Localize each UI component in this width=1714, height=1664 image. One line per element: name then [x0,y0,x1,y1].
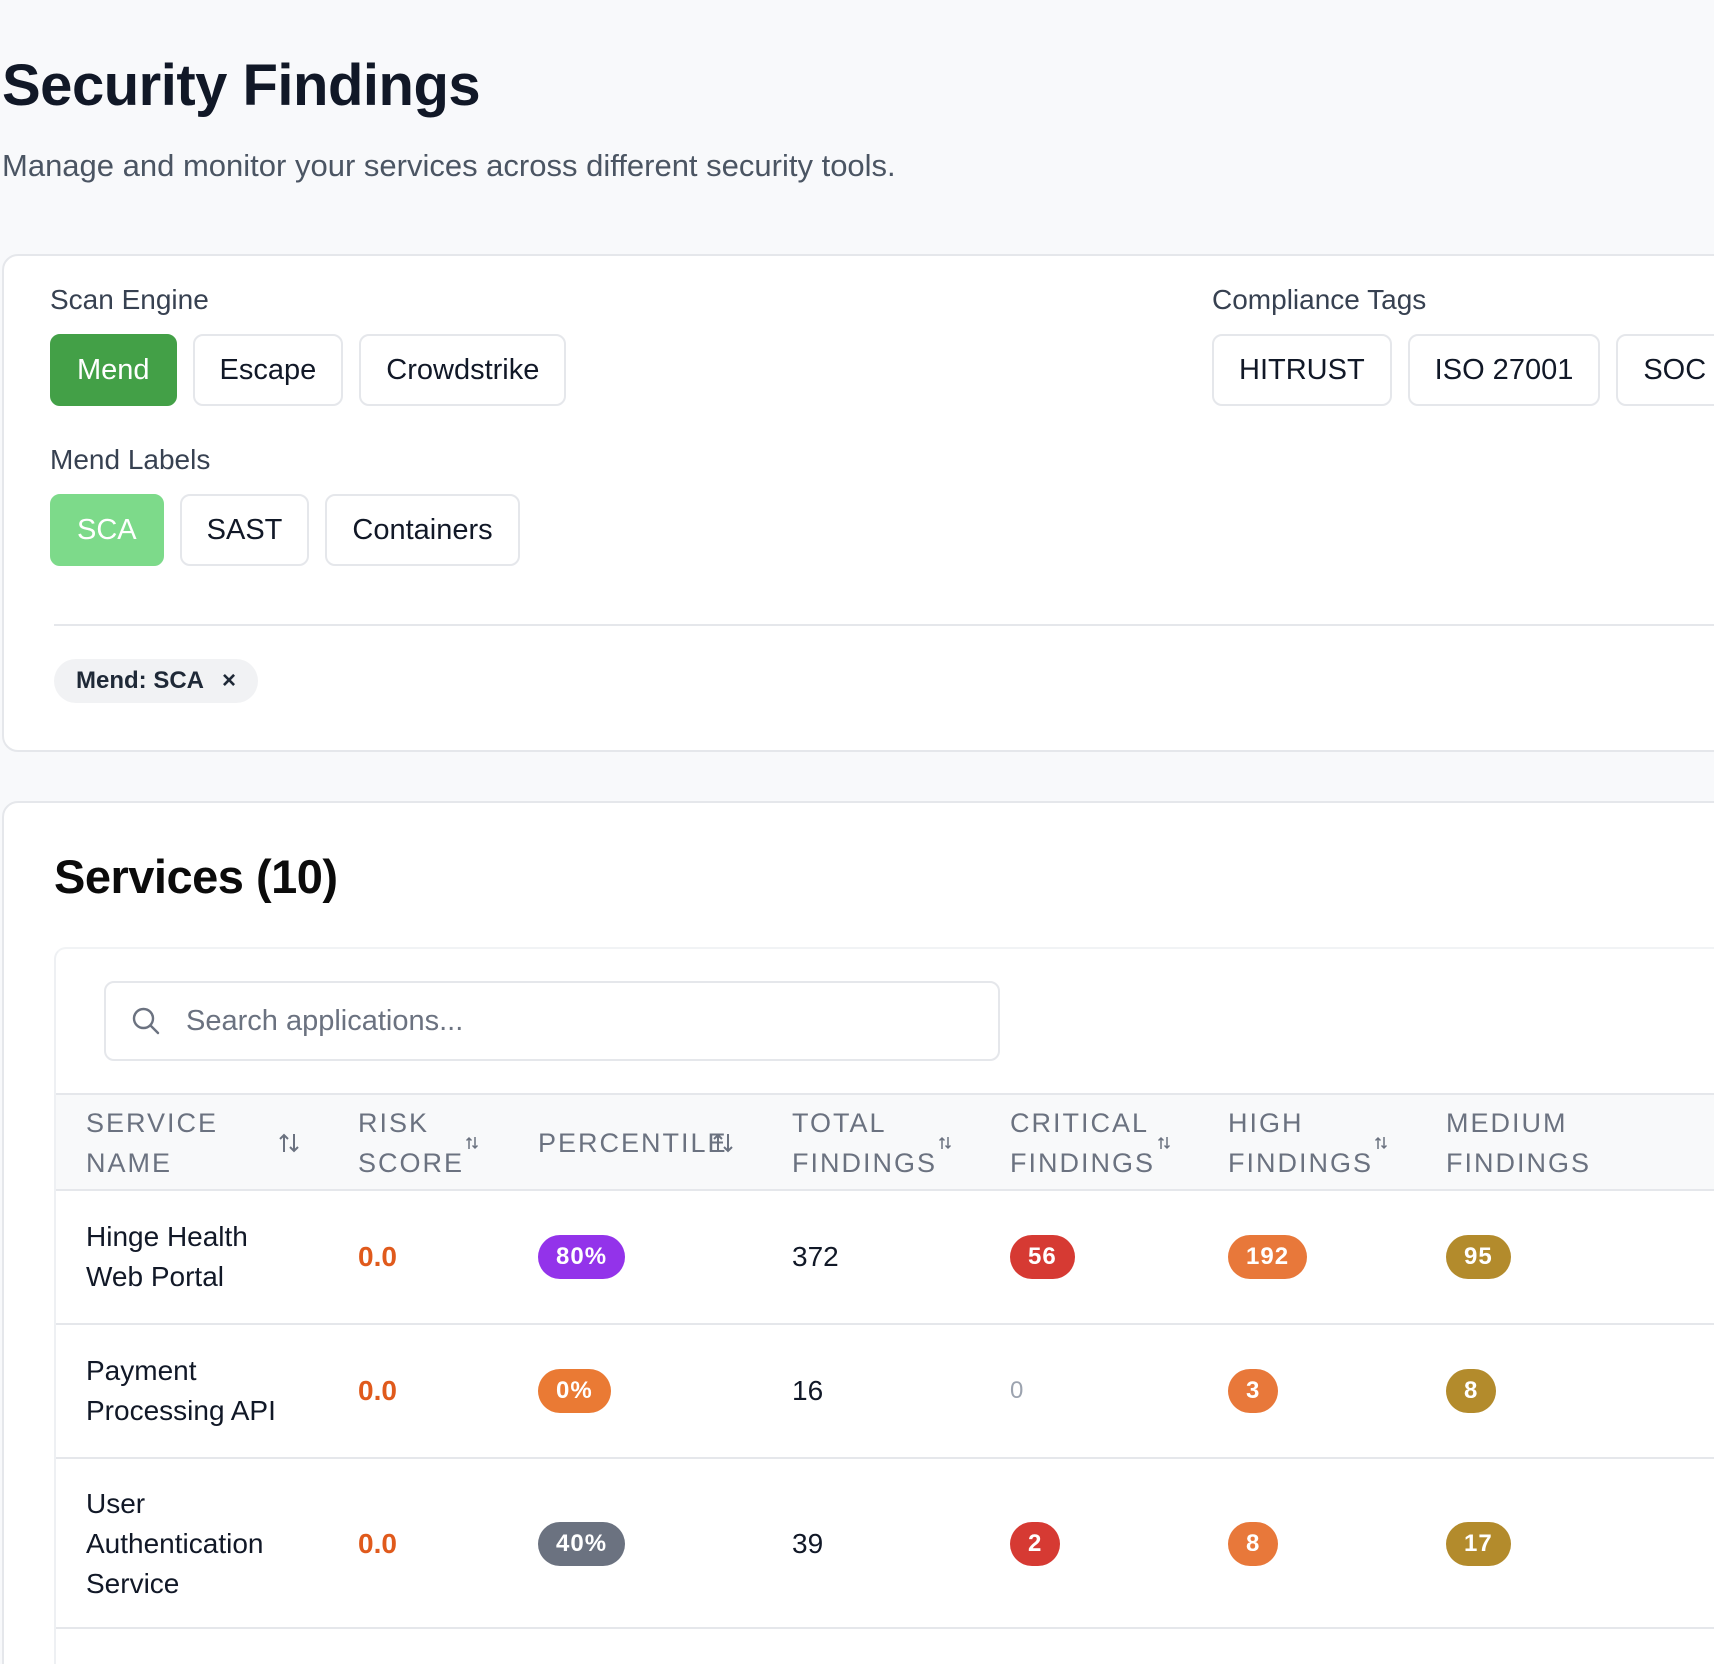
scan-engine-escape-button[interactable]: Escape [192,334,344,406]
medium-findings-cell: 8 [1446,1325,1497,1457]
critical-findings-cell: 2 [1010,1459,1061,1629]
services-title: Services (10) [54,850,338,903]
high-findings-cell: 192 [1228,1191,1308,1323]
compliance-tag-hitrust-button[interactable]: HITRUST [1212,334,1392,406]
sort-critical-findings-icon[interactable] [1157,1135,1171,1151]
medium-findings-cell: 17 [1446,1459,1511,1629]
mend-label-sast-button[interactable]: SAST [179,494,310,566]
services-card: Services (10) SERVICENAME [2,801,1714,1664]
sort-total-findings-icon[interactable] [938,1135,952,1151]
table-row[interactable]: Hinge Health Web Portal 0.0 80% 372 56 19… [56,1191,1714,1325]
risk-score-cell: 0.0 [358,1375,397,1406]
column-header-medium-findings[interactable]: MEDIUM FINDINGS [1446,1095,1666,1191]
mend-label-sca-button[interactable]: SCA [50,494,164,566]
medium-findings-badge: 17 [1446,1522,1511,1566]
mend-label-chips: SCA SAST Containers [50,494,520,566]
critical-findings-cell: 0 [1010,1377,1024,1404]
table-header: SERVICE NAME RISK SCORE PERCENTILE TOTAL… [56,1093,1714,1191]
compliance-tag-iso27001-button[interactable]: ISO 27001 [1407,334,1601,406]
critical-findings-cell: 56 [1010,1191,1075,1323]
remove-filter-icon[interactable]: × [222,667,236,695]
active-filter-label: Mend: SCA [76,667,204,694]
high-findings-cell: 8 [1228,1459,1279,1629]
percentile-cell: 80% [538,1191,626,1323]
percentile-cell: 0% [538,1325,611,1457]
high-findings-cell: 3 [1228,1325,1279,1457]
column-header-service-name[interactable]: SERVICE NAME [86,1095,346,1191]
search-icon [132,1007,160,1035]
table-row[interactable]: User Authentication Service 0.0 40% 39 2 8… [56,1459,1714,1629]
filters-divider [54,624,1714,626]
percentile-badge: 0% [538,1369,611,1413]
mend-labels-label: Mend Labels [50,444,211,475]
total-findings-cell: 39 [792,1528,824,1559]
total-findings-cell: 372 [792,1241,839,1272]
table-row[interactable]: Payment Processing API 0.0 0% 16 0 3 8 [56,1325,1714,1459]
compliance-tag-chips: HITRUST ISO 27001 SOC 2 [1212,334,1714,406]
medium-findings-badge: 8 [1446,1369,1497,1413]
page-subtitle: Manage and monitor your services across … [2,148,896,183]
compliance-tag-soc2-button[interactable]: SOC 2 [1616,334,1714,406]
sort-percentile-icon[interactable] [712,1131,734,1155]
mend-label-containers-button[interactable]: Containers [325,494,520,566]
risk-score-cell: 0.0 [358,1528,397,1559]
scan-engine-mend-button[interactable]: Mend [50,334,177,406]
percentile-badge: 40% [538,1522,626,1566]
sort-high-findings-icon[interactable] [1374,1135,1388,1151]
column-header-percentile[interactable]: PERCENTILE [538,1095,738,1191]
percentile-cell: 40% [538,1459,626,1629]
total-findings-cell: 16 [792,1375,824,1406]
high-findings-badge: 8 [1228,1522,1279,1566]
service-name-cell[interactable]: User Authentication Service [86,1459,263,1629]
scan-engine-crowdstrike-button[interactable]: Crowdstrike [359,334,567,406]
active-filter-tag: Mend: SCA × [54,659,259,703]
scan-engine-chips: Mend Escape Crowdstrike [50,334,567,406]
sort-risk-score-icon[interactable] [465,1135,479,1151]
compliance-tags-label: Compliance Tags [1212,284,1427,315]
service-name-cell[interactable]: Hinge Health Web Portal [86,1191,248,1323]
medium-findings-badge: 95 [1446,1235,1511,1279]
search-box [104,981,1000,1061]
search-input[interactable] [186,983,976,1059]
service-name-cell[interactable]: Payment Processing API [86,1325,276,1457]
percentile-badge: 80% [538,1235,626,1279]
risk-score-cell: 0.0 [358,1241,397,1272]
critical-findings-badge: 2 [1010,1522,1061,1566]
page-title: Security Findings [2,53,481,118]
security-findings-page: Security Findings Manage and monitor you… [0,0,1714,1664]
high-findings-badge: 192 [1228,1235,1308,1279]
scan-engine-label: Scan Engine [50,284,209,315]
services-table-panel: SERVICENAME RISKSCORE PERCENTILE [54,947,1714,1664]
high-findings-badge: 3 [1228,1369,1279,1413]
sort-service-name-icon[interactable] [278,1131,300,1155]
critical-findings-badge: 56 [1010,1235,1075,1279]
column-header-risk-score[interactable]: RISK SCORE [358,1095,518,1191]
medium-findings-cell: 95 [1446,1191,1511,1323]
filters-card: Scan Engine Mend Escape Crowdstrike Comp… [2,254,1714,752]
